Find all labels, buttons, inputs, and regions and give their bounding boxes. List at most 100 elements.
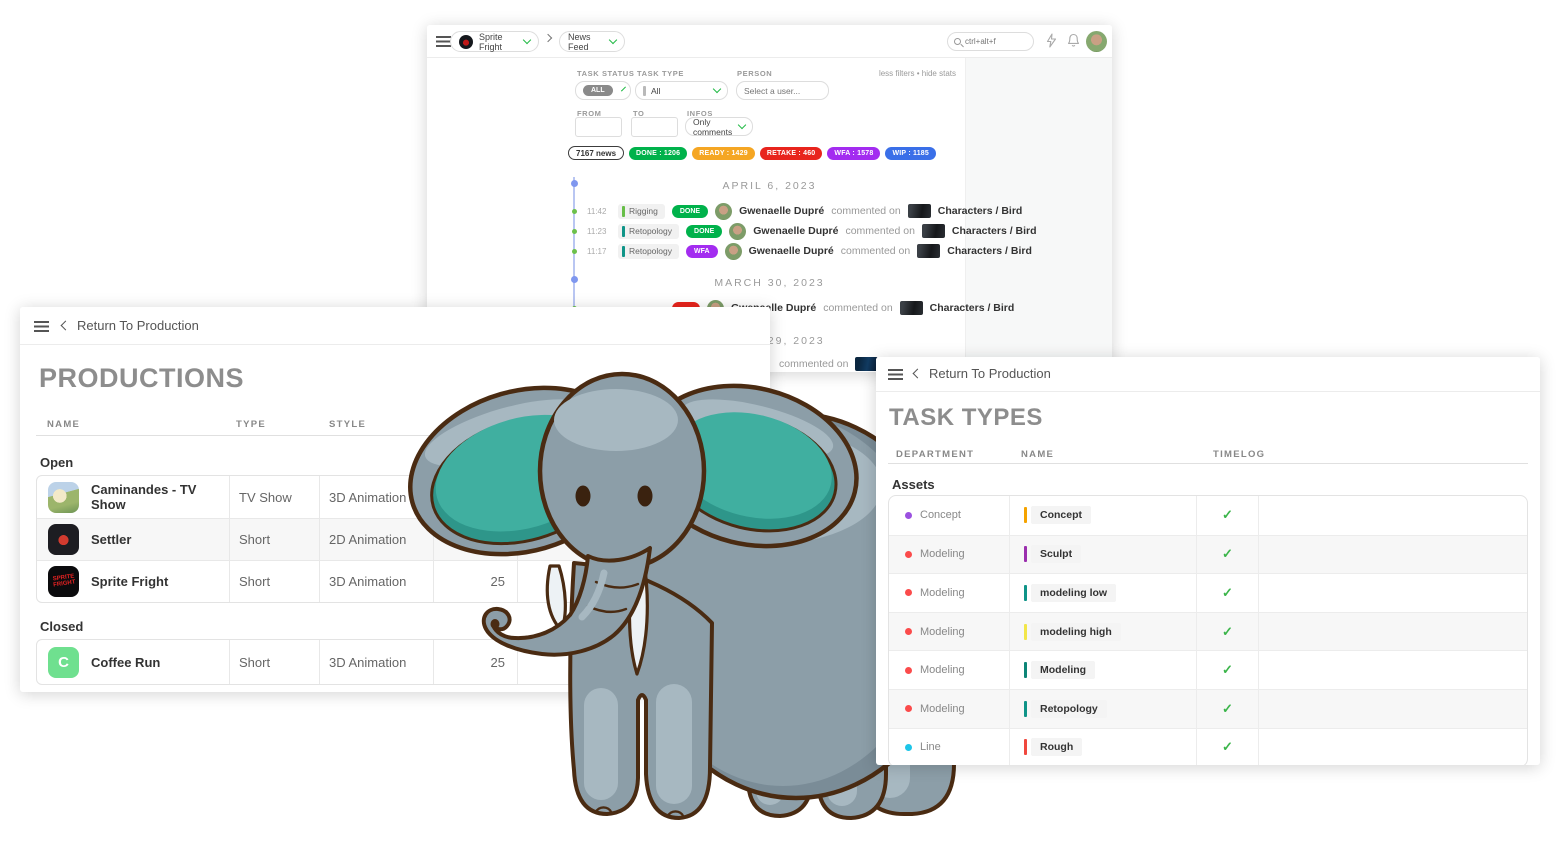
task-type-label: TASK TYPE [637,69,684,78]
task-type-value: All [651,86,709,96]
tasktype-color-bar [1024,739,1027,755]
page-select-value: News Feed [568,32,604,52]
return-to-production-link[interactable]: Return To Production [62,318,199,333]
person-label: PERSON [737,69,772,78]
production-thumbnail: SPRITE FRIGHT [48,566,79,597]
entry-target-link[interactable]: Characters / Bird [947,245,1032,257]
column-header-type: TYPE [236,419,266,430]
status-badge: DONE [672,205,708,218]
wfa-badge: WFA : 1578 [827,147,880,160]
header-divider [888,463,1528,464]
search-box[interactable] [947,32,1034,51]
author-avatar [715,203,732,220]
feed-entry[interactable]: 11:17 Retopology WFA Gwenaelle Dupré com… [427,241,1032,261]
task-color-bar [622,246,625,257]
entry-target-link[interactable]: Characters / Bird [938,205,1023,217]
productions-window: Return To Production PRODUCTIONS NAME TY… [20,307,770,692]
menu-icon[interactable] [34,321,49,332]
bell-icon[interactable] [1067,33,1080,48]
department-dot [905,589,912,596]
lightning-icon[interactable] [1045,33,1057,48]
entry-target-link[interactable]: Characters / Bird [952,225,1037,237]
tasktype-color-bar [1024,546,1027,562]
production-thumbnail: C [48,647,79,678]
infos-select[interactable]: Only comments [685,117,753,136]
table-row[interactable]: SPRITE FRIGHTSprite Fright Short 3D Anim… [37,560,753,602]
entry-action: commented on [845,225,914,237]
user-avatar[interactable] [1086,31,1107,52]
done-badge: DONE : 1206 [629,147,687,160]
tasktype-color-bar [1024,507,1027,523]
table-row[interactable]: Settler Short 2D Animation 24 [37,518,753,560]
entry-action: commented on [779,358,848,370]
section-closed: Closed [40,619,83,634]
ready-badge: READY : 1429 [692,147,755,160]
person-input[interactable] [744,86,821,96]
production-select[interactable]: Sprite Fright [450,31,539,52]
department-dot [905,512,912,519]
table-row[interactable]: Modeling Retopology ✓ [889,689,1527,728]
table-row[interactable]: Modeling Modeling ✓ [889,650,1527,689]
tasktype-color-bar [1024,585,1027,601]
stats-row: 7167 news DONE : 1206 READY : 1429 RETAK… [568,146,936,160]
entry-target-link[interactable]: Characters / Bird [930,302,1015,314]
timelog-check-icon: ✓ [1196,613,1258,651]
table-row[interactable]: Concept Concept ✓ [889,496,1527,535]
entry-author: Gwenaelle Dupré [753,225,838,237]
feed-entry[interactable]: 11:42 Rigging DONE Gwenaelle Dupré comme… [427,201,1022,221]
return-to-production-link[interactable]: Return To Production [914,366,1051,381]
search-input[interactable] [965,37,1025,46]
chevron-down-icon [713,85,721,93]
table-row[interactable]: CCoffee Run Short 3D Animation 25 [37,640,753,684]
production-thumbnail [459,35,473,49]
entry-author: Gwenaelle Dupré [749,245,834,257]
entity-thumbnail [908,204,931,218]
closed-productions-table: CCoffee Run Short 3D Animation 25 [36,639,754,685]
status-badge: DONE [686,225,722,238]
task-type-select[interactable]: All [635,81,728,100]
tasktypes-window: Return To Production TASK TYPES DEPARTME… [876,357,1540,765]
department-dot [905,551,912,558]
table-row[interactable]: Modeling Sculpt ✓ [889,535,1527,574]
less-filters-hide-stats-link[interactable]: less filters • hide stats [827,69,956,78]
news-total-badge: 7167 news [568,146,624,160]
column-header-department: DEPARTMENT [896,449,974,460]
column-header-name: NAME [1021,449,1054,460]
entity-thumbnail [917,244,940,258]
department-dot [905,628,912,635]
entry-action: commented on [841,245,910,257]
task-type-color-bar [643,86,646,96]
page-select[interactable]: News Feed [559,31,625,52]
entry-action: commented on [831,205,900,217]
from-input[interactable] [575,117,622,137]
section-assets: Assets [892,477,935,492]
entry-author: Gwenaelle Dupré [739,205,824,217]
person-select[interactable] [736,81,829,100]
entity-thumbnail [922,224,945,238]
timelog-check-icon: ✓ [1196,690,1258,728]
timelog-check-icon: ✓ [1196,496,1258,535]
table-row[interactable]: Line Rough ✓ [889,728,1527,765]
menu-icon[interactable] [436,36,451,47]
page-title: PRODUCTIONS [39,363,244,394]
section-open: Open [40,455,73,470]
column-header-name: NAME [47,419,80,430]
open-productions-table: Caminandes - TV Show TV Show 3D Animatio… [36,475,754,603]
table-row[interactable]: Modeling modeling low ✓ [889,573,1527,612]
chevron-down-icon [621,87,626,92]
feed-date-header: APRIL 6, 2023 [574,180,965,192]
feed-entry[interactable]: 11:23 Retopology DONE Gwenaelle Dupré co… [427,221,1037,241]
feed-date-header: MARCH 30, 2023 [574,277,965,289]
timelog-check-icon: ✓ [1196,729,1258,765]
author-avatar [729,223,746,240]
header-divider [36,435,754,436]
table-row[interactable]: Caminandes - TV Show TV Show 3D Animatio… [37,476,753,518]
entry-action: commented on [823,302,892,314]
task-status-label: TASK STATUS [577,69,634,78]
task-status-select[interactable]: ALL [575,81,631,100]
table-row[interactable]: Modeling modeling high ✓ [889,612,1527,651]
chevron-left-icon [913,369,923,379]
menu-icon[interactable] [888,369,903,380]
to-input[interactable] [631,117,678,137]
search-icon [954,38,961,45]
